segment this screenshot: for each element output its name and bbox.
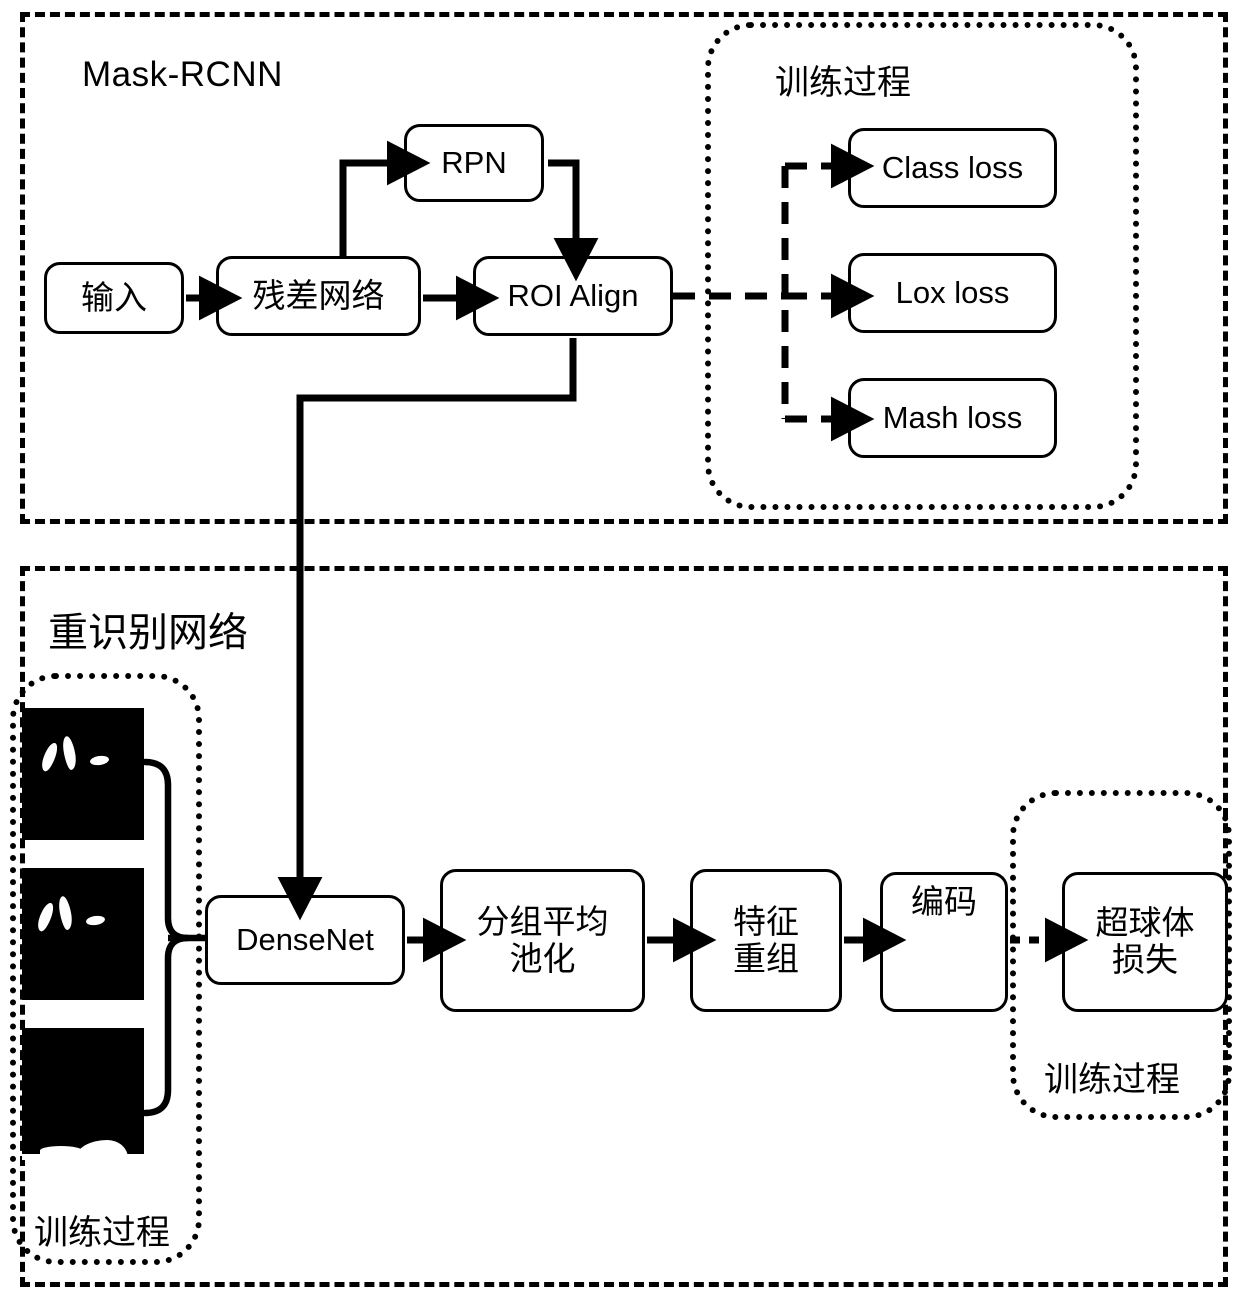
node-feature-regroup-label-line1: 特征 xyxy=(733,901,799,941)
node-backbone-label: 残差网络 xyxy=(252,275,385,315)
node-densenet[interactable]: DenseNet xyxy=(205,895,405,985)
node-input[interactable]: 输入 xyxy=(44,262,184,334)
node-roi-align-label: ROI Align xyxy=(507,277,639,313)
node-group-avg-pool[interactable]: 分组平均 池化 xyxy=(440,869,645,1012)
region-reid-loss-training-title: 训练过程 xyxy=(1044,1060,1180,1100)
node-hypersphere-loss-label-line1: 超球体 xyxy=(1095,903,1195,943)
mask-sample-2 xyxy=(22,868,144,1000)
node-densenet-label: DenseNet xyxy=(236,921,374,957)
node-group-avg-pool-label-line2: 池化 xyxy=(509,938,576,978)
region-reid-samples-training-title: 训练过程 xyxy=(34,1213,170,1253)
node-feature-regroup[interactable]: 特征 重组 xyxy=(690,869,842,1012)
node-mash-loss-label: Mash loss xyxy=(882,399,1023,435)
diagram-canvas: Mask-RCNN 训练过程 重识别网络 训练过程 训练过程 输入 残差网络 R… xyxy=(0,0,1240,1300)
region-reid-title: 重识别网络 xyxy=(48,610,248,656)
node-rpn-label: RPN xyxy=(441,144,507,180)
node-class-loss[interactable]: Class loss xyxy=(848,128,1057,208)
node-lox-loss-label: Lox loss xyxy=(895,274,1010,310)
mask-sample-3 xyxy=(22,1028,144,1160)
node-encode[interactable]: 编码 xyxy=(880,872,1008,1012)
node-mash-loss[interactable]: Mash loss xyxy=(848,378,1057,458)
node-hypersphere-loss[interactable]: 超球体 损失 xyxy=(1062,872,1228,1012)
region-mask-rcnn-training-title: 训练过程 xyxy=(775,63,911,103)
node-rpn[interactable]: RPN xyxy=(404,124,544,202)
node-feature-regroup-label-line2: 重组 xyxy=(733,938,799,978)
region-mask-rcnn-title: Mask-RCNN xyxy=(82,55,283,94)
node-lox-loss[interactable]: Lox loss xyxy=(848,253,1057,333)
node-backbone[interactable]: 残差网络 xyxy=(216,256,421,336)
node-hypersphere-loss-label-line2: 损失 xyxy=(1112,940,1178,979)
node-group-avg-pool-label-line1: 分组平均 xyxy=(476,901,609,941)
mask-sample-1 xyxy=(22,708,144,840)
node-roi-align[interactable]: ROI Align xyxy=(473,256,673,336)
node-encode-label: 编码 xyxy=(911,882,977,921)
node-class-loss-label: Class loss xyxy=(881,149,1024,185)
node-input-label: 输入 xyxy=(81,277,147,317)
